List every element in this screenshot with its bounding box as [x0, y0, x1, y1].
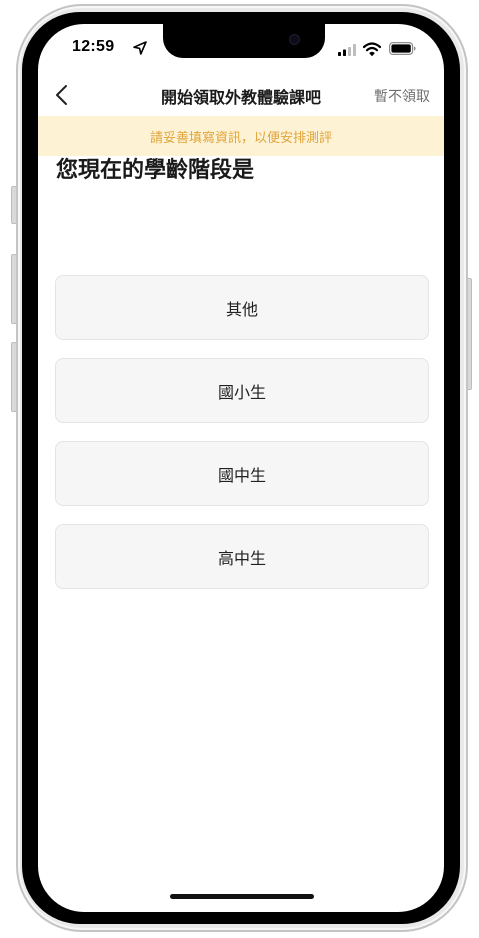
page-title: 開始領取外教體驗課吧	[160, 88, 321, 107]
notice-banner: 請妥善填寫資訊，以便安排測評	[38, 116, 444, 156]
option-junior-high[interactable]: 國中生	[55, 441, 429, 506]
status-time: 12:59	[72, 38, 115, 55]
location-arrow-icon	[133, 41, 147, 55]
wifi-icon	[363, 42, 381, 56]
question-heading: 您現在的學齡階段是	[56, 158, 255, 183]
option-senior-high[interactable]: 高中生	[55, 524, 429, 589]
phone-screen: 12:59 開始領取外教體驗課吧 暫不領取 請妥善填寫資訊，以便安排測評 您現在…	[38, 24, 444, 912]
option-label: 國中生	[217, 465, 266, 485]
cellular-signal-icon	[338, 44, 356, 56]
skip-button[interactable]: 暫不領取	[374, 86, 430, 106]
battery-icon	[389, 42, 416, 55]
notice-text: 請妥善填寫資訊，以便安排測評	[149, 130, 332, 146]
front-camera	[289, 34, 300, 45]
option-label: 其他	[225, 299, 258, 319]
option-other[interactable]: 其他	[55, 275, 429, 340]
home-indicator[interactable]	[170, 894, 314, 899]
option-label: 高中生	[217, 548, 266, 568]
option-elementary[interactable]: 國小生	[55, 358, 429, 423]
phone-mockup: 12:59 開始領取外教體驗課吧 暫不領取 請妥善填寫資訊，以便安排測評 您現在…	[0, 0, 479, 938]
back-chevron-icon[interactable]	[54, 84, 70, 106]
notch	[163, 24, 325, 58]
option-label: 國小生	[217, 382, 266, 402]
